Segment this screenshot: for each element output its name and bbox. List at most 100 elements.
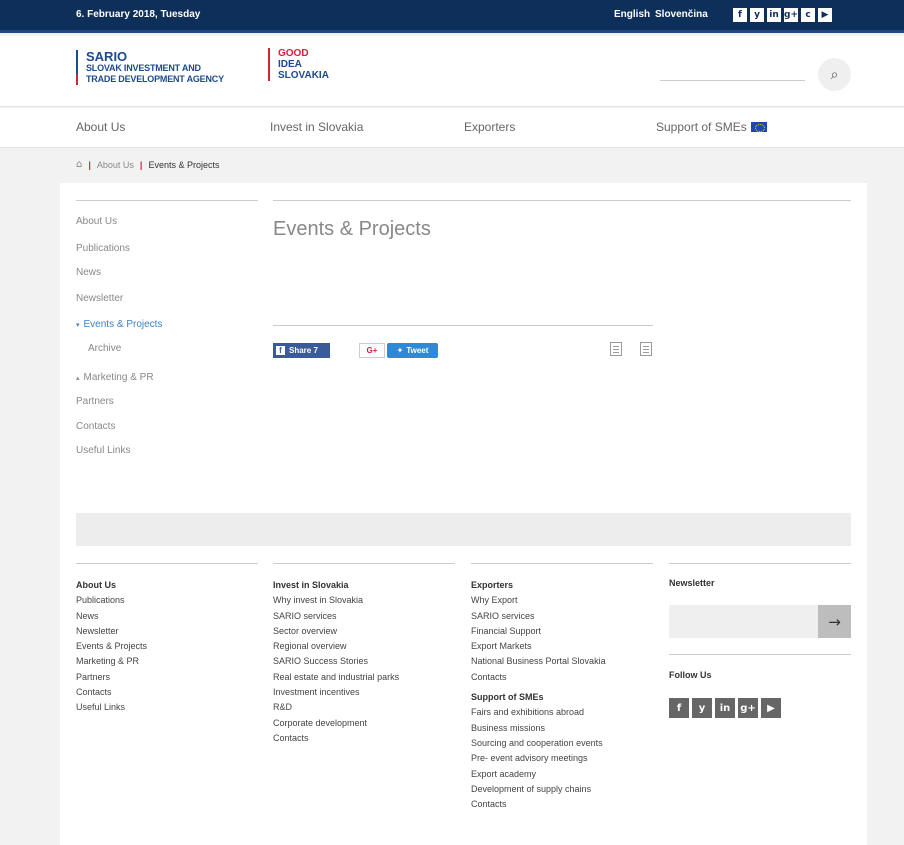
breadcrumb-current: Events & Projects: [148, 159, 220, 170]
googleplus-share-button[interactable]: G+: [359, 343, 385, 358]
linkedin-icon[interactable]: in: [715, 698, 735, 718]
footer-divider: [273, 563, 455, 564]
footer-link[interactable]: Publications: [76, 593, 147, 608]
youtube-icon[interactable]: ▶: [818, 8, 832, 22]
leftnav-marketing-pr-label: Marketing & PR: [83, 372, 154, 383]
facebook-share-button[interactable]: f Share 7: [273, 343, 330, 358]
footer-divider: [669, 563, 851, 564]
tweet-button[interactable]: ✦ Tweet: [387, 343, 438, 358]
footer-heading[interactable]: Invest in Slovakia: [273, 578, 399, 593]
leftnav-useful-links[interactable]: Useful Links: [76, 445, 130, 456]
collapsed-arrow-icon: ▴: [76, 375, 80, 382]
footer-link[interactable]: Contacts: [273, 731, 399, 746]
twitter-icon[interactable]: y: [750, 8, 764, 22]
footer-link[interactable]: Marketing & PR: [76, 654, 147, 669]
leftnav-divider: [76, 200, 258, 201]
site-header: SARIO SLOVAK INVESTMENT AND TRADE DEVELO…: [0, 36, 904, 107]
sario-logo-sub2: TRADE DEVELOPMENT AGENCY: [76, 74, 224, 85]
footer-link[interactable]: Real estate and industrial parks: [273, 670, 399, 685]
footer-link[interactable]: Financial Support: [471, 624, 606, 639]
footer-link[interactable]: Fairs and exhibitions abroad: [471, 705, 606, 720]
footer-heading[interactable]: Exporters: [471, 578, 606, 593]
leftnav-marketing-pr[interactable]: ▴ Marketing & PR: [76, 372, 154, 383]
sario-logo[interactable]: SARIO SLOVAK INVESTMENT AND TRADE DEVELO…: [76, 50, 224, 85]
footer-link[interactable]: SARIO services: [471, 609, 606, 624]
good-idea-slovakia-logo[interactable]: GOOD IDEA SLOVAKIA: [268, 48, 329, 81]
page-title: Events & Projects: [273, 218, 431, 240]
nav-support-of-smes[interactable]: Support of SMEs: [656, 120, 767, 134]
facebook-icon: f: [276, 346, 285, 355]
c-icon[interactable]: c: [801, 8, 815, 22]
twitter-icon[interactable]: y: [692, 698, 712, 718]
arrow-right-icon[interactable]: →: [818, 605, 851, 638]
footer-col-about: About Us Publications News Newsletter Ev…: [76, 578, 147, 716]
facebook-icon[interactable]: f: [669, 698, 689, 718]
footer-link[interactable]: Contacts: [471, 670, 606, 685]
leftnav-archive[interactable]: Archive: [88, 343, 121, 354]
home-icon[interactable]: ⌂: [76, 159, 82, 170]
print-icon[interactable]: [640, 342, 652, 356]
good-logo-line1: GOOD: [278, 48, 309, 59]
footer-link[interactable]: Export Markets: [471, 639, 606, 654]
leftnav-newsletter[interactable]: Newsletter: [76, 293, 123, 304]
leftnav-publications[interactable]: Publications: [76, 243, 130, 254]
footer-banner-area: [76, 513, 851, 546]
footer-link[interactable]: Investment incentives: [273, 685, 399, 700]
sario-logo-sub1: SLOVAK INVESTMENT AND: [86, 63, 201, 73]
footer-link[interactable]: Regional overview: [273, 639, 399, 654]
footer-col-exporters: Exporters Why Export SARIO services Fina…: [471, 578, 606, 812]
footer-link[interactable]: Pre- event advisory meetings: [471, 751, 606, 766]
googleplus-icon[interactable]: g+: [738, 698, 758, 718]
content-divider: [273, 200, 851, 201]
search-icon[interactable]: ⌕: [818, 58, 851, 91]
breadcrumb-separator: |: [88, 159, 91, 170]
footer-link[interactable]: SARIO Success Stories: [273, 654, 399, 669]
leftnav-news[interactable]: News: [76, 267, 101, 278]
footer-link[interactable]: Export academy: [471, 767, 606, 782]
leftnav-partners[interactable]: Partners: [76, 396, 114, 407]
footer-link[interactable]: About Us: [76, 578, 147, 593]
footer-link[interactable]: Newsletter: [76, 624, 147, 639]
youtube-icon[interactable]: ▶: [761, 698, 781, 718]
main-navigation: About Us Invest in Slovakia Exporters Su…: [0, 108, 904, 148]
footer-heading[interactable]: Support of SMEs: [471, 690, 606, 705]
footer-link[interactable]: Sourcing and cooperation events: [471, 736, 606, 751]
search-input[interactable]: [660, 80, 805, 81]
footer-link[interactable]: Contacts: [471, 797, 606, 812]
nav-invest-in-slovakia[interactable]: Invest in Slovakia: [270, 120, 363, 134]
footer-link[interactable]: Why Export: [471, 593, 606, 608]
footer-link[interactable]: Events & Projects: [76, 639, 147, 654]
footer-link[interactable]: Development of supply chains: [471, 782, 606, 797]
leftnav-about-us[interactable]: About Us: [76, 216, 117, 227]
lang-slovak-link[interactable]: Slovenčina: [655, 9, 708, 20]
nav-exporters[interactable]: Exporters: [464, 120, 515, 134]
tweet-label: Tweet: [406, 346, 429, 355]
footer-link[interactable]: Contacts: [76, 685, 147, 700]
leftnav-events-projects[interactable]: ▾ Events & Projects: [76, 319, 162, 330]
footer-link[interactable]: SARIO services: [273, 609, 399, 624]
leftnav-contacts[interactable]: Contacts: [76, 421, 115, 432]
newsletter-title: Newsletter: [669, 578, 715, 588]
share-count-label: Share 7: [289, 346, 318, 355]
breadcrumb-about-us[interactable]: About Us: [97, 160, 134, 170]
good-logo-line3: SLOVAKIA: [278, 70, 329, 81]
linkedin-icon[interactable]: in: [767, 8, 781, 22]
newsletter-email-input[interactable]: [669, 605, 818, 638]
footer-link[interactable]: Sector overview: [273, 624, 399, 639]
pdf-export-icon[interactable]: [610, 342, 622, 356]
footer-link[interactable]: R&D: [273, 700, 399, 715]
nav-support-of-smes-label: Support of SMEs: [656, 120, 747, 134]
footer-link[interactable]: Why invest in Slovakia: [273, 593, 399, 608]
footer-link[interactable]: Useful Links: [76, 700, 147, 715]
googleplus-icon[interactable]: g+: [784, 8, 798, 22]
footer-link[interactable]: Corporate development: [273, 716, 399, 731]
footer-divider: [471, 563, 653, 564]
nav-about-us[interactable]: About Us: [76, 120, 125, 134]
footer-link[interactable]: National Business Portal Slovakia: [471, 654, 606, 669]
footer-link[interactable]: Partners: [76, 670, 147, 685]
lang-english-link[interactable]: English: [614, 9, 650, 20]
leftnav-events-projects-label: Events & Projects: [83, 319, 163, 330]
footer-link[interactable]: News: [76, 609, 147, 624]
facebook-icon[interactable]: f: [733, 8, 747, 22]
footer-link[interactable]: Business missions: [471, 721, 606, 736]
